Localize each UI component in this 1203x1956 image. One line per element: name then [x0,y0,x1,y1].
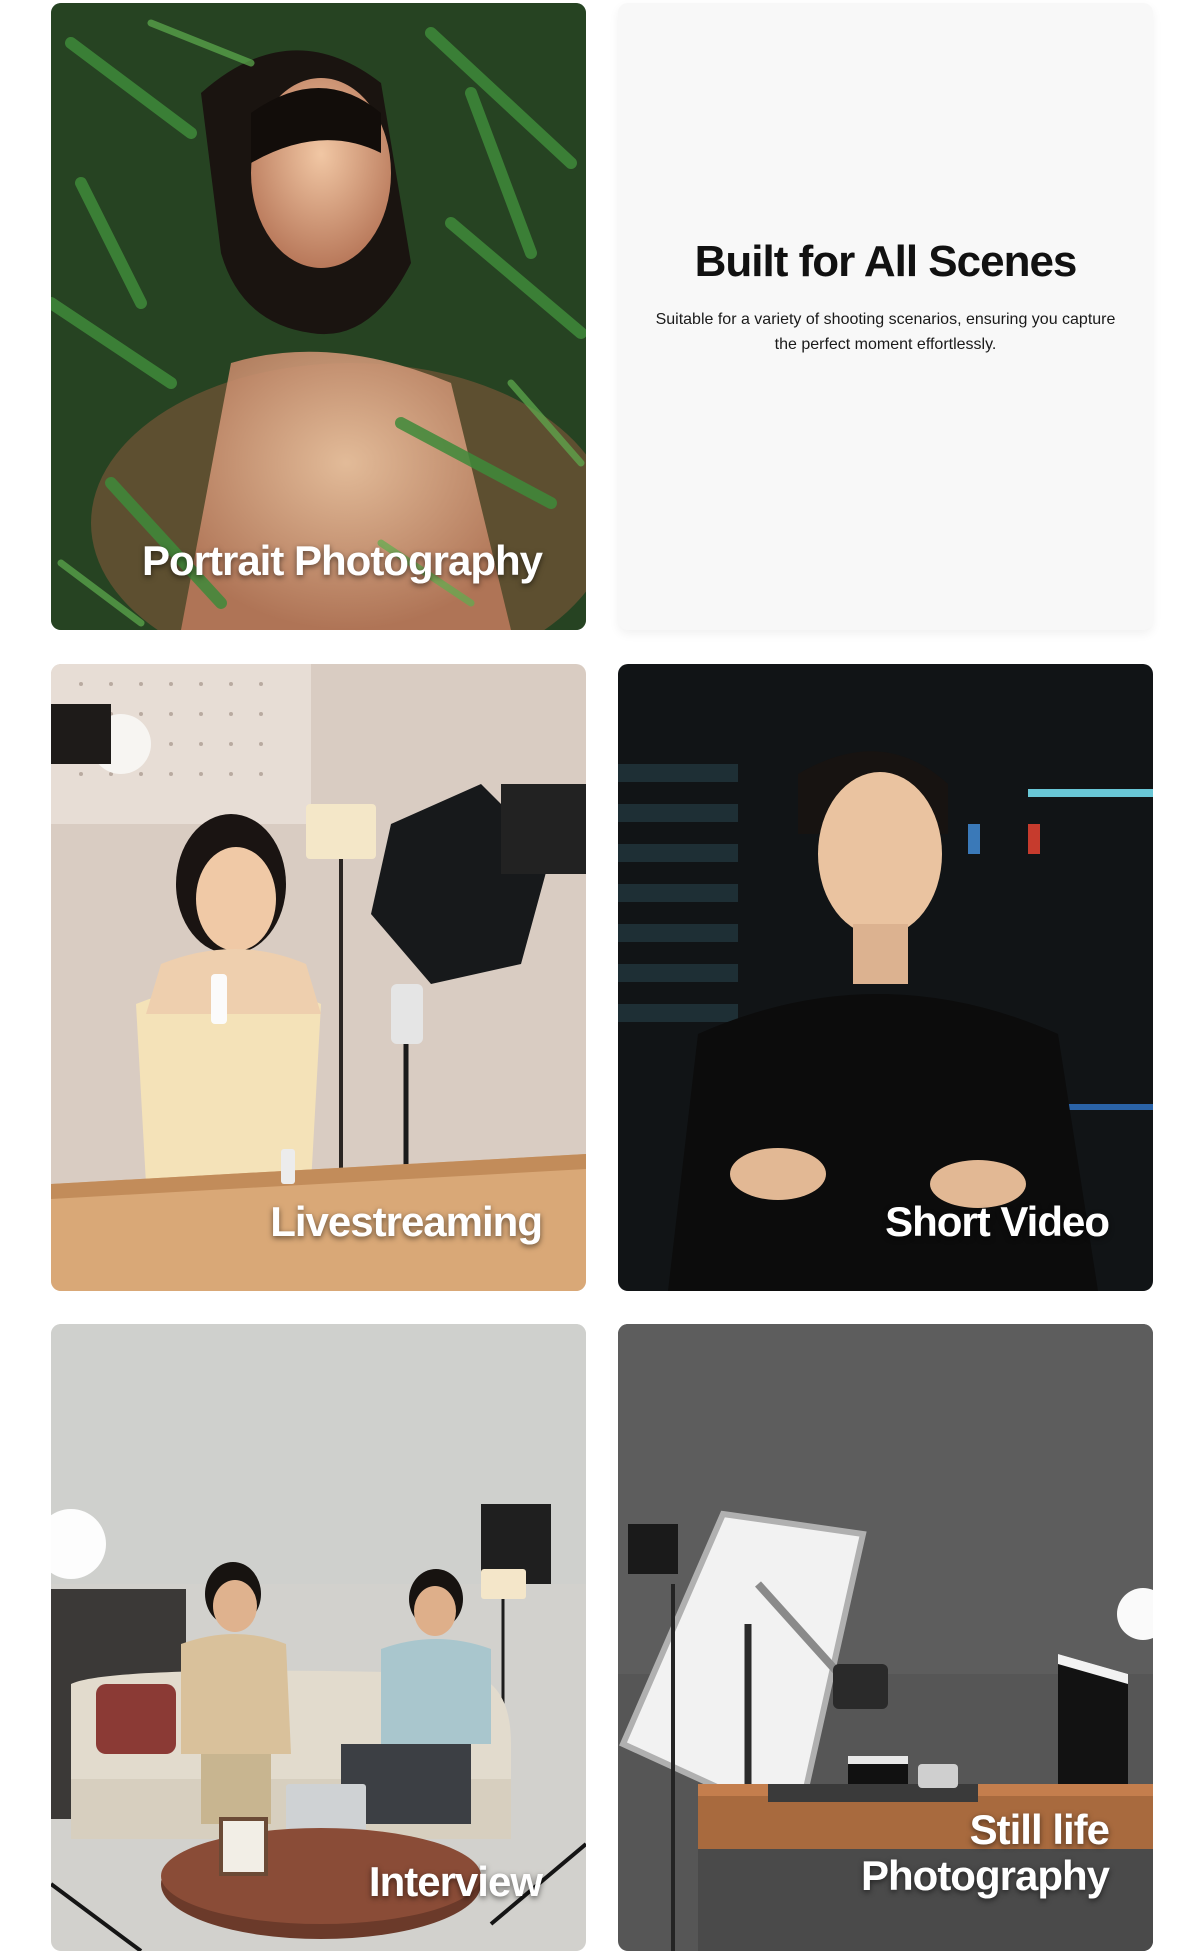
section-title: Built for All Scenes [694,236,1078,286]
scene-label-short-video: Short Video [885,1198,1110,1245]
scene-card-still-life-photography[interactable]: Still life Photography [618,1324,1153,1951]
scene-label-livestreaming: Livestreaming [270,1198,543,1245]
scene-card-short-video[interactable]: Short Video [618,664,1153,1291]
intro-card: Built for All Scenes Suitable for a vari… [618,3,1153,630]
scene-label-portrait-photography: Portrait Photography [141,537,543,584]
scene-card-portrait-photography[interactable]: Portrait Photography [51,3,586,630]
scene-label-interview: Interview [368,1858,543,1905]
livestreaming-image [51,664,586,1291]
scene-card-livestreaming[interactable]: Livestreaming [51,664,586,1291]
portrait-photography-image [51,3,586,630]
scene-label-still-life-photography: Still life Photography [861,1806,1110,1899]
scene-card-interview[interactable]: Interview [51,1324,586,1951]
section-subtitle: Suitable for a variety of shooting scena… [655,310,1116,353]
interview-image [51,1324,586,1951]
short-video-image [618,664,1153,1291]
